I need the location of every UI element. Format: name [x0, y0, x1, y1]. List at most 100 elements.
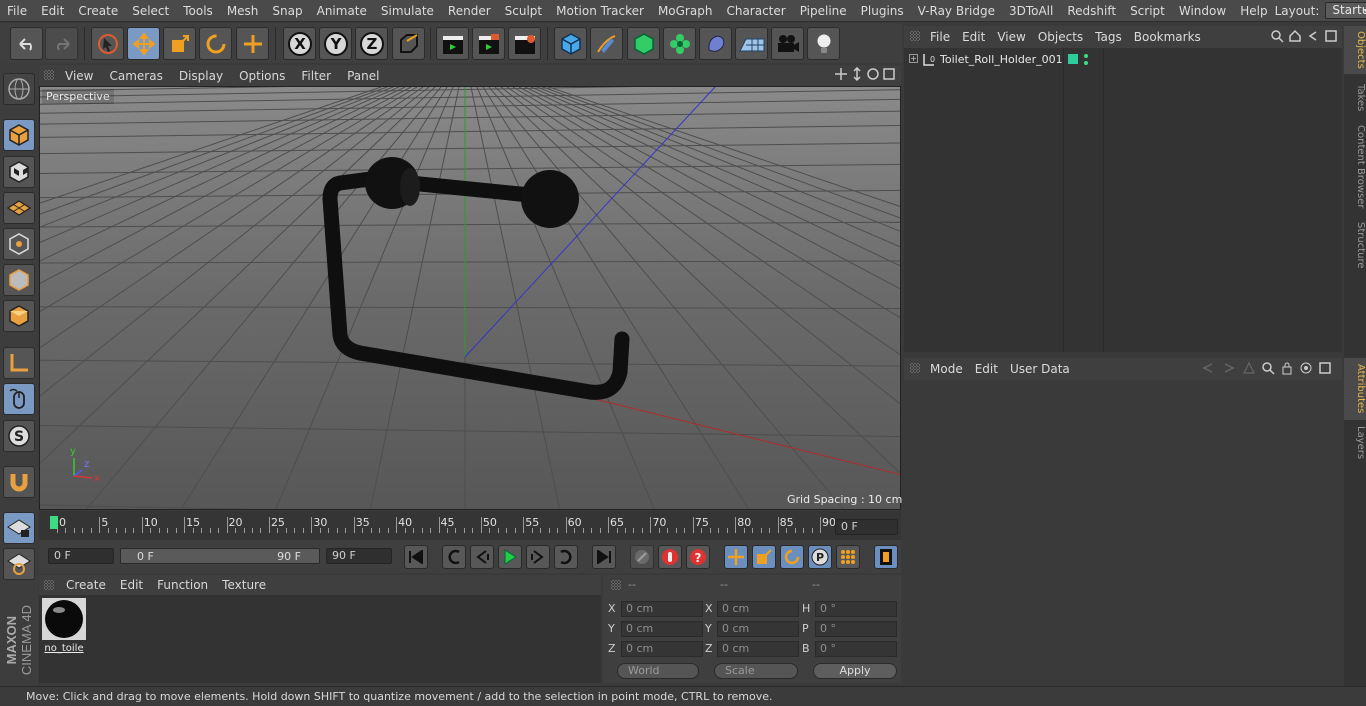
render-to-picture-viewer-button[interactable]	[472, 27, 505, 60]
rotate-tool-button[interactable]	[199, 27, 232, 60]
edges-mode-button[interactable]	[3, 264, 35, 296]
tab-takes[interactable]: Takes	[1344, 78, 1366, 118]
coord-value-field[interactable]: 0 cm	[621, 641, 703, 657]
back-arrow-icon[interactable]	[1200, 361, 1216, 375]
tab-layers[interactable]: Layers	[1344, 422, 1366, 462]
menu-mograph[interactable]: MoGraph	[651, 0, 720, 22]
tab-content-browser[interactable]: Content Browser	[1344, 120, 1366, 214]
move-tool-button[interactable]	[127, 27, 160, 60]
playhead-marker[interactable]	[50, 516, 58, 529]
points-mode-button[interactable]	[3, 228, 35, 260]
object-menu-objects[interactable]: Objects	[1032, 30, 1089, 44]
menu-create[interactable]: Create	[71, 0, 125, 22]
workplane-mode-button[interactable]	[3, 192, 35, 224]
menu-plugins[interactable]: Plugins	[854, 0, 911, 22]
keyframe-selection-button[interactable]: ?	[686, 545, 710, 569]
coord-value-field[interactable]: 0 cm	[621, 621, 703, 637]
render-view-button[interactable]	[436, 27, 469, 60]
apply-button[interactable]: Apply	[813, 663, 897, 679]
frame-range-slider[interactable]: 0 F 90 F	[120, 548, 320, 564]
deformer-button[interactable]	[699, 27, 732, 60]
tab-attributes[interactable]: Attributes	[1344, 358, 1366, 420]
subdivision-surface-button[interactable]	[627, 27, 660, 60]
texture-mode-button[interactable]	[3, 156, 35, 188]
coord-mode-dropdown[interactable]: Scale	[714, 663, 798, 679]
model-mode-button[interactable]	[3, 119, 35, 151]
go-to-end-button[interactable]	[592, 545, 616, 569]
back-arrow-icon[interactable]	[1306, 29, 1320, 43]
pan-view-icon[interactable]	[834, 67, 848, 81]
viewport-menu-cameras[interactable]: Cameras	[101, 69, 170, 83]
undo-button[interactable]	[10, 27, 43, 60]
attribute-menu-edit[interactable]: Edit	[969, 362, 1004, 376]
material-menu-edit[interactable]: Edit	[113, 578, 150, 592]
home-icon[interactable]	[1288, 29, 1302, 43]
layer-color-tag[interactable]	[1068, 54, 1078, 64]
material-menu-create[interactable]: Create	[59, 578, 113, 592]
scale-tool-button[interactable]	[163, 27, 196, 60]
light-button[interactable]	[807, 27, 840, 60]
menu-help[interactable]: Help	[1233, 0, 1274, 22]
z-axis-lock-button[interactable]: Z	[355, 27, 388, 60]
search-icon[interactable]	[1261, 361, 1275, 375]
viewport-menu-filter[interactable]: Filter	[293, 69, 339, 83]
spline-pen-button[interactable]	[590, 27, 623, 60]
menu-pipeline[interactable]: Pipeline	[793, 0, 854, 22]
cloner-button[interactable]	[663, 27, 696, 60]
editor-visibility-dot[interactable]	[1084, 54, 1088, 58]
end-frame-field[interactable]: 90 F	[326, 548, 392, 564]
coord-value-field[interactable]: 0 °	[815, 601, 897, 617]
key-scale-button[interactable]	[752, 545, 776, 569]
coord-value-field[interactable]: 0 cm	[717, 641, 799, 657]
zoom-view-icon[interactable]	[850, 67, 864, 81]
quantize-button[interactable]	[3, 548, 35, 580]
material-menu-function[interactable]: Function	[150, 578, 215, 592]
menu-motion-tracker[interactable]: Motion Tracker	[549, 0, 651, 22]
menu-edit[interactable]: Edit	[34, 0, 71, 22]
viewport-menu-display[interactable]: Display	[171, 69, 231, 83]
current-frame-field[interactable]: 0 F	[835, 519, 898, 535]
render-visibility-dot[interactable]	[1084, 61, 1088, 65]
polygons-mode-button[interactable]	[3, 300, 35, 332]
x-axis-lock-button[interactable]: X	[283, 27, 316, 60]
make-editable-button[interactable]	[3, 73, 35, 105]
axis-mode-button[interactable]	[3, 347, 35, 379]
object-row[interactable]: + 0 Toilet_Roll_Holder_001	[904, 51, 1342, 69]
next-key-button[interactable]	[554, 545, 578, 569]
layout-dropdown[interactable]: Startup	[1325, 2, 1366, 19]
maximize-panel-icon[interactable]	[1318, 361, 1332, 375]
render-settings-button[interactable]	[508, 27, 541, 60]
viewport-menu-view[interactable]: View	[57, 69, 101, 83]
menu-mesh[interactable]: Mesh	[220, 0, 266, 22]
viewport-menu-panel[interactable]: Panel	[339, 69, 387, 83]
menu-window[interactable]: Window	[1172, 0, 1233, 22]
tweak-mode-button[interactable]	[3, 383, 35, 415]
menu-sculpt[interactable]: Sculpt	[498, 0, 549, 22]
forward-arrow-icon[interactable]	[1221, 361, 1237, 375]
recent-tool-button[interactable]	[236, 27, 269, 60]
object-menu-tags[interactable]: Tags	[1089, 30, 1128, 44]
menu-file[interactable]: File	[0, 0, 34, 22]
go-to-start-button[interactable]	[404, 545, 428, 569]
coord-value-field[interactable]: 0 cm	[717, 601, 799, 617]
menu-character[interactable]: Character	[719, 0, 792, 22]
next-frame-button[interactable]	[526, 545, 550, 569]
camera-button[interactable]	[771, 27, 804, 60]
menu-simulate[interactable]: Simulate	[374, 0, 441, 22]
key-parameter-button[interactable]: P	[808, 545, 832, 569]
coord-value-field[interactable]: 0 °	[815, 621, 897, 637]
y-axis-lock-button[interactable]: Y	[319, 27, 352, 60]
snap-magnet-button[interactable]	[3, 466, 35, 498]
cube-primitive-button[interactable]	[554, 27, 587, 60]
object-menu-view[interactable]: View	[991, 30, 1031, 44]
search-icon[interactable]	[1270, 29, 1284, 43]
key-pla-button[interactable]	[836, 545, 860, 569]
timeline-ruler[interactable]: 0 5 10 15 20 25 30 35 40 45 50 55 60 65 70 75 80 85 90	[39, 511, 901, 540]
coord-value-field[interactable]: 0 cm	[621, 601, 703, 617]
expand-toggle-icon[interactable]: +	[909, 54, 918, 63]
timeline-window-button[interactable]	[874, 545, 898, 569]
play-forward-button[interactable]	[498, 545, 522, 569]
menu-redshift[interactable]: Redshift	[1060, 0, 1123, 22]
floor-button[interactable]	[735, 27, 768, 60]
key-position-button[interactable]	[724, 545, 748, 569]
